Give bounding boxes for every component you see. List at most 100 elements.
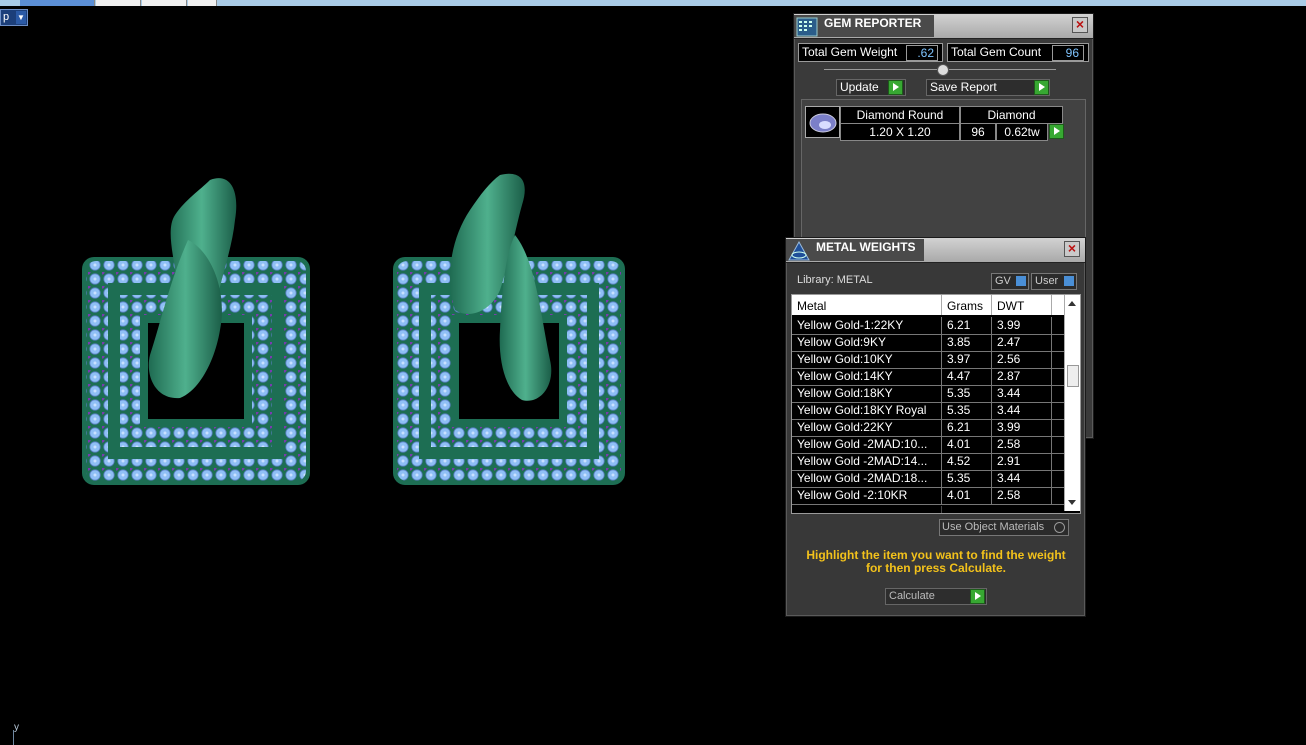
total-gem-weight-label: Total Gem Weight	[802, 45, 898, 59]
update-play-icon[interactable]	[888, 80, 903, 95]
gem-material-cell: Diamond	[960, 106, 1063, 124]
save-report-play-icon[interactable]	[1034, 80, 1049, 95]
grams-cell: 4.47	[942, 368, 992, 385]
user-toggle-label: User	[1035, 275, 1059, 287]
metal-cell: Yellow Gold -2:10KR	[792, 487, 942, 504]
grams-cell: 4.01	[942, 436, 992, 453]
gem-list-area: Diamond Round Diamond 1.20 X 1.20 96 0.6…	[801, 99, 1086, 241]
gem-weight-cell: 0.62tw	[996, 123, 1048, 141]
gem-shape-cell: Diamond Round	[840, 106, 960, 124]
table-row[interactable]: Yellow Gold:9KY 3.85 2.47	[792, 334, 1064, 352]
total-gem-count-field[interactable]: 96	[1052, 45, 1084, 61]
table-row-partial[interactable]	[792, 506, 1064, 513]
axis-y-label: y	[14, 722, 19, 733]
grams-cell: 4.01	[942, 487, 992, 504]
metal-cell: Yellow Gold-1:22KY	[792, 317, 942, 334]
diamond-round-icon	[809, 113, 837, 133]
gem-reporter-icon	[796, 17, 818, 37]
total-gem-weight-value: .62	[917, 46, 934, 60]
tab[interactable]	[142, 0, 187, 6]
gem-shape: Diamond Round	[856, 108, 944, 122]
earring-model-render[interactable]	[60, 160, 660, 520]
total-gem-weight-field[interactable]: .62	[906, 45, 938, 61]
table-row[interactable]: Yellow Gold-1:22KY 6.21 3.99	[792, 317, 1064, 335]
left-earring	[82, 178, 310, 485]
gv-toggle-label: GV	[995, 275, 1011, 287]
column-dwt[interactable]: DWT	[992, 295, 1052, 315]
calculate-play-icon[interactable]	[970, 589, 985, 604]
metal-cell: Yellow Gold:18KY	[792, 385, 942, 402]
metal-table-scrollbar[interactable]	[1064, 295, 1080, 511]
total-gem-count-label: Total Gem Count	[951, 45, 1042, 59]
metal-table[interactable]: Metal Grams DWT Yellow Gold-1:22KY 6.21 3.…	[791, 294, 1081, 514]
metal-cell: Yellow Gold:22KY	[792, 419, 942, 436]
scroll-down-icon[interactable]	[1068, 500, 1076, 505]
metal-cell: Yellow Gold:18KY Royal	[792, 402, 942, 419]
grams-cell: 5.35	[942, 470, 992, 487]
dwt-cell: 2.47	[992, 334, 1052, 351]
metal-weights-title-tab: METAL WEIGHTS	[786, 239, 924, 261]
tab[interactable]	[188, 0, 217, 6]
dwt-cell: 2.91	[992, 453, 1052, 470]
chevron-down-icon[interactable]: ▼	[16, 11, 26, 24]
close-icon[interactable]: ×	[1064, 241, 1080, 257]
tab[interactable]	[96, 0, 141, 6]
update-button-label: Update	[840, 80, 879, 94]
user-toggle[interactable]: User	[1031, 273, 1077, 290]
gv-toggle[interactable]: GV	[991, 273, 1029, 290]
metal-weights-title: METAL WEIGHTS	[816, 240, 916, 254]
dwt-cell: 2.58	[992, 487, 1052, 504]
toggle-indicator-icon	[1016, 276, 1026, 286]
use-object-materials-toggle[interactable]: Use Object Materials	[939, 519, 1069, 536]
gem-thumbnail[interactable]	[805, 106, 840, 138]
library-label: Library: METAL	[797, 274, 873, 286]
grams-cell: 5.35	[942, 402, 992, 419]
dwt-cell: 3.99	[992, 317, 1052, 334]
table-row[interactable]: Yellow Gold:18KY 5.35 3.44	[792, 385, 1064, 403]
table-row[interactable]: Yellow Gold:18KY Royal 5.35 3.44	[792, 402, 1064, 420]
top-tab-strip	[0, 0, 1306, 6]
grams-cell: 6.21	[942, 419, 992, 436]
calculate-hint-line1: Highlight the item you want to find the …	[806, 548, 1066, 562]
dwt-cell: 3.44	[992, 402, 1052, 419]
viewport-menu[interactable]: p ▼	[0, 9, 28, 26]
column-metal[interactable]: Metal	[792, 295, 942, 315]
table-row[interactable]: Yellow Gold:10KY 3.97 2.56	[792, 351, 1064, 369]
metal-weights-titlebar[interactable]: METAL WEIGHTS ×	[786, 238, 1085, 263]
column-grams[interactable]: Grams	[942, 295, 992, 315]
toggle-indicator-icon	[1064, 276, 1074, 286]
gem-reporter-title: GEM REPORTER	[824, 16, 922, 30]
grams-cell: 5.35	[942, 385, 992, 402]
metal-cell: Yellow Gold -2MAD:18...	[792, 470, 942, 487]
table-row[interactable]: Yellow Gold:14KY 4.47 2.87	[792, 368, 1064, 386]
gem-select-play-icon[interactable]	[1049, 124, 1064, 139]
gem-reporter-titlebar[interactable]: GEM REPORTER ×	[794, 14, 1093, 39]
table-row[interactable]: Yellow Gold -2MAD:10... 4.01 2.58	[792, 436, 1064, 454]
gem-count: 96	[971, 125, 985, 139]
table-row[interactable]: Yellow Gold -2MAD:18... 5.35 3.44	[792, 470, 1064, 488]
total-gem-count-value: 96	[1065, 46, 1079, 60]
slider-knob-icon[interactable]	[937, 64, 949, 76]
save-report-button[interactable]: Save Report	[926, 79, 1050, 96]
metal-weights-icon	[788, 241, 810, 261]
tab-active[interactable]	[20, 0, 95, 6]
gem-reporter-title-tab: GEM REPORTER	[794, 15, 934, 37]
calculate-hint-line2: for then press Calculate.	[865, 561, 1007, 575]
scroll-up-icon[interactable]	[1068, 301, 1076, 306]
metal-cell	[792, 506, 942, 513]
grams-cell: 3.85	[942, 334, 992, 351]
gem-weight: 0.62tw	[1004, 125, 1040, 139]
metal-table-header: Metal Grams DWT	[792, 295, 1064, 315]
metal-cell: Yellow Gold:14KY	[792, 368, 942, 385]
metal-cell: Yellow Gold -2MAD:10...	[792, 436, 942, 453]
dwt-cell: 2.87	[992, 368, 1052, 385]
grams-cell: 3.97	[942, 351, 992, 368]
scroll-thumb[interactable]	[1067, 365, 1079, 387]
dwt-cell: 2.56	[992, 351, 1052, 368]
close-icon[interactable]: ×	[1072, 17, 1088, 33]
table-row[interactable]: Yellow Gold:22KY 6.21 3.99	[792, 419, 1064, 437]
metal-cell: Yellow Gold:9KY	[792, 334, 942, 351]
use-object-materials-label: Use Object Materials	[942, 521, 1045, 533]
table-row[interactable]: Yellow Gold -2:10KR 4.01 2.58	[792, 487, 1064, 505]
table-row[interactable]: Yellow Gold -2MAD:14... 4.52 2.91	[792, 453, 1064, 471]
